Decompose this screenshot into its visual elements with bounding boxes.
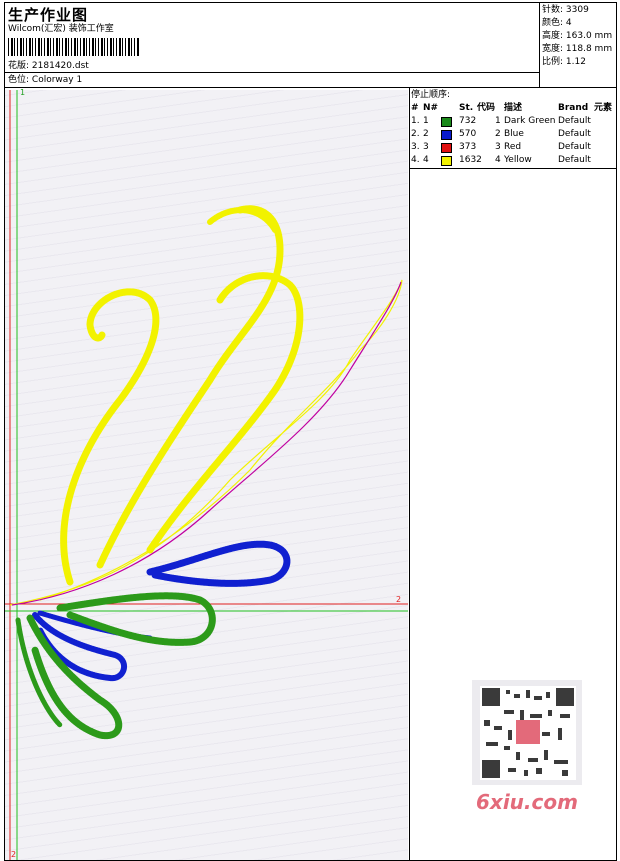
axis-label-2-right: 2 xyxy=(396,595,401,604)
axis-label-1: 1 xyxy=(20,88,25,97)
blue-leaf-upper xyxy=(146,540,291,587)
watermark-logo: 6xiu.com xyxy=(476,790,578,814)
green-leaf-top xyxy=(56,592,216,646)
axis-label-2-bottom: 2 xyxy=(11,850,16,859)
qr-code xyxy=(472,680,582,785)
yellow-swirl-right xyxy=(146,272,304,554)
yellow-swirls xyxy=(60,205,304,586)
